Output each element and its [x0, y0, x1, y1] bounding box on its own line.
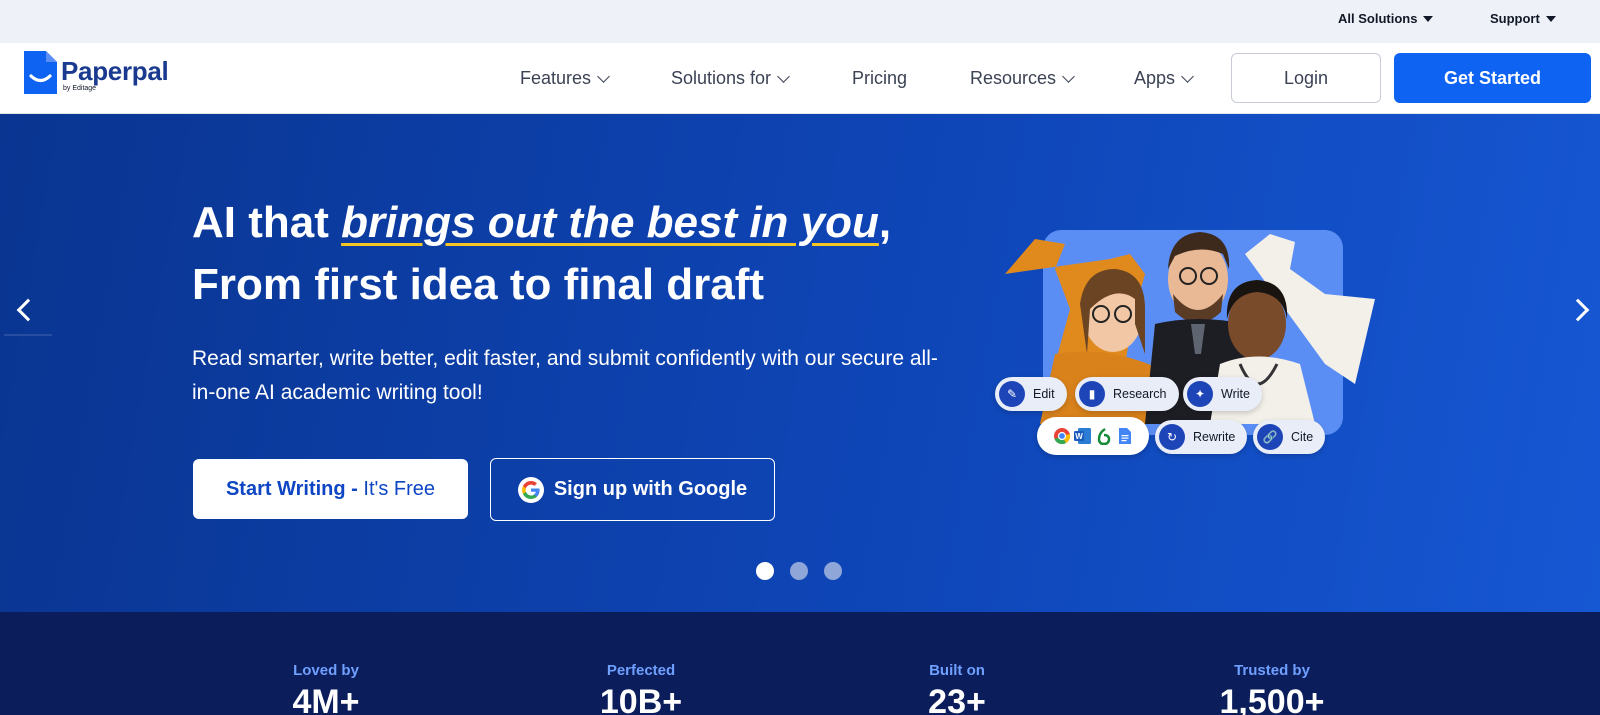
support-menu[interactable]: Support — [1490, 11, 1556, 26]
login-button[interactable]: Login — [1231, 53, 1381, 103]
nav-label: Features — [520, 68, 592, 88]
pen-icon: ✎ — [999, 381, 1025, 407]
stat-label: Trusted by — [1234, 662, 1310, 679]
feature-pill-edit[interactable]: ✎ Edit — [995, 377, 1067, 411]
cta-free-label: It's Free — [363, 477, 436, 500]
stat-item: Built on 23+ — [837, 662, 1077, 715]
stat-item: Perfected 10B+ — [521, 662, 761, 715]
nav-resources[interactable]: Resources — [970, 68, 1075, 89]
feature-label: Write — [1221, 387, 1250, 401]
chevron-down-icon — [1062, 69, 1075, 83]
feature-pill-rewrite[interactable]: ↻ Rewrite — [1155, 420, 1248, 454]
nav-apps[interactable]: Apps — [1134, 68, 1194, 89]
stat-value: 4M+ — [292, 683, 360, 715]
brand-name: Paperpal — [61, 56, 169, 86]
feature-label: Research — [1113, 387, 1167, 401]
chevron-down-icon — [777, 69, 790, 83]
feature-label: Edit — [1033, 387, 1055, 401]
feature-label: Cite — [1291, 430, 1314, 444]
all-solutions-menu[interactable]: All Solutions — [1338, 11, 1434, 26]
feature-label: Rewrite — [1193, 430, 1236, 444]
carousel-prev-arrow-icon[interactable] — [4, 290, 52, 336]
nav-features[interactable]: Features — [520, 68, 610, 89]
stat-label: Built on — [929, 662, 985, 679]
stat-label: Perfected — [606, 662, 676, 679]
headline-prefix: AI that — [192, 198, 342, 247]
carousel-dot-1[interactable] — [756, 562, 774, 580]
google-signup-button[interactable]: Sign up with Google — [490, 458, 775, 521]
feature-pill-cite[interactable]: 🔗 Cite — [1253, 420, 1326, 454]
support-label: Support — [1490, 11, 1540, 26]
stat-value: 23+ — [928, 683, 986, 715]
stat-label: Loved by — [293, 662, 359, 679]
google-icon — [517, 476, 544, 503]
start-writing-button[interactable]: Start Writing - It's Free — [193, 459, 468, 519]
svg-text:W: W — [1075, 432, 1083, 441]
headline-line2: From first idea to final draft — [192, 260, 765, 309]
google-docs-icon — [1118, 428, 1131, 444]
nav-label: Pricing — [852, 68, 908, 88]
stats-band: Loved by 4M+ Perfected 10B+ Built on 23+… — [0, 612, 1600, 715]
carousel-dot-3[interactable] — [824, 562, 842, 580]
paperpal-logo[interactable]: Paperpal by Editage — [24, 51, 169, 94]
all-solutions-label: All Solutions — [1338, 11, 1418, 26]
chevron-down-icon — [597, 69, 610, 83]
stat-value: 10B+ — [599, 683, 683, 715]
headline-emphasis: brings out the best in you — [341, 198, 879, 247]
integrations-pill: W — [1037, 417, 1149, 455]
nav-label: Resources — [970, 68, 1057, 88]
feature-pill-research[interactable]: ▮ Research — [1075, 377, 1179, 411]
stat-item: Loved by 4M+ — [206, 662, 446, 715]
overleaf-icon — [1097, 428, 1110, 445]
nav-solutions-for[interactable]: Solutions for — [671, 68, 790, 89]
link-icon: 🔗 — [1257, 424, 1283, 450]
carousel-next-arrow-icon[interactable] — [1562, 290, 1600, 330]
google-signup-label: Sign up with Google — [553, 478, 748, 500]
feature-pill-write[interactable]: ✦ Write — [1183, 377, 1262, 411]
nav-label: Solutions for — [671, 68, 772, 88]
carousel-dot-2[interactable] — [790, 562, 808, 580]
chrome-icon — [1053, 428, 1070, 445]
carousel-dots — [756, 562, 842, 580]
caret-down-icon — [1423, 15, 1434, 22]
utility-bar: All Solutions Support — [0, 0, 1600, 43]
word-icon: W — [1073, 428, 1091, 444]
get-started-button[interactable]: Get Started — [1394, 53, 1591, 103]
cta-main-label: Start Writing - — [225, 477, 358, 500]
main-navbar: Paperpal by Editage Features Solutions f… — [0, 43, 1600, 114]
stat-value: 1,500+ — [1219, 683, 1325, 715]
nav-pricing[interactable]: Pricing — [852, 68, 907, 89]
paperpal-logo-icon — [24, 51, 57, 94]
nav-label: Apps — [1134, 68, 1176, 88]
hero-headline: AI that brings out the best in you, From… — [192, 192, 891, 316]
headline-suffix: , — [878, 198, 892, 247]
hero-section: AI that brings out the best in you, From… — [0, 114, 1600, 612]
books-icon: ▮ — [1079, 381, 1105, 407]
stat-item: Trusted by 1,500+ — [1152, 662, 1392, 715]
hero-illustration: ✎ Edit ▮ Research ✦ Write W ↻ Rewrite 🔗 … — [995, 214, 1395, 474]
hero-subtext: Read smarter, write better, edit faster,… — [192, 347, 938, 404]
chevron-down-icon — [1181, 69, 1194, 83]
sparkle-icon: ✦ — [1187, 381, 1213, 407]
refresh-icon: ↻ — [1159, 424, 1185, 450]
caret-down-icon — [1545, 15, 1556, 22]
brand-byline: by Editage — [63, 85, 97, 92]
